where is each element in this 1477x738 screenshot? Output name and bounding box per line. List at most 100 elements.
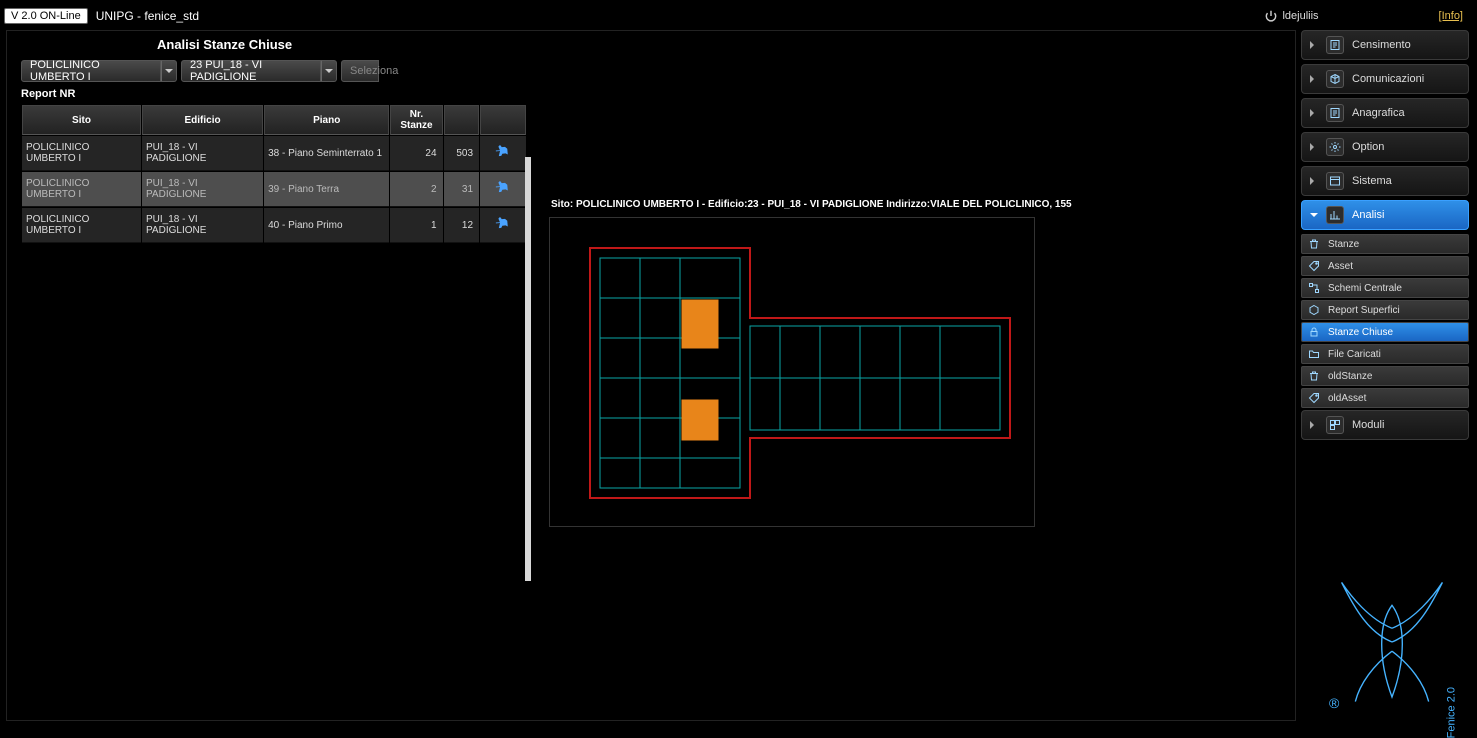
- nav-section-moduli[interactable]: Moduli: [1301, 410, 1469, 440]
- nav-sub-report-superfici[interactable]: Report Superfici: [1301, 300, 1469, 320]
- cell-extra: 12: [444, 208, 479, 243]
- nav-sub-schemi-centrale[interactable]: Schemi Centrale: [1301, 278, 1469, 298]
- nav-section-analisi[interactable]: Analisi: [1301, 200, 1469, 230]
- pin-icon: [493, 214, 513, 234]
- col-piano[interactable]: Piano: [264, 105, 389, 135]
- nav-sub-oldstanze[interactable]: oldStanze: [1301, 366, 1469, 386]
- nav-sub-label: Stanze: [1328, 239, 1359, 250]
- nav-section-anagrafica[interactable]: Anagrafica: [1301, 98, 1469, 128]
- tag-icon: [1306, 259, 1322, 273]
- nav-sub-label: Stanze Chiuse: [1328, 327, 1393, 338]
- table-row[interactable]: POLICLINICO UMBERTO IPUI_18 - VI PADIGLI…: [22, 208, 526, 243]
- cell-sito: POLICLINICO UMBERTO I: [22, 172, 141, 207]
- col-nrstanze[interactable]: Nr. Stanze: [390, 105, 442, 135]
- pin-button[interactable]: [480, 136, 526, 171]
- table-row[interactable]: POLICLINICO UMBERTO IPUI_18 - VI PADIGLI…: [22, 172, 526, 207]
- chevron-down-icon[interactable]: [321, 60, 337, 82]
- floorplan-pane: Sito: POLICLINICO UMBERTO I - Edificio:2…: [531, 127, 1091, 587]
- main-panel: Analisi Stanze Chiuse POLICLINICO UMBERT…: [6, 30, 1296, 721]
- chevron-down-icon[interactable]: [161, 60, 177, 82]
- trash-icon: [1306, 369, 1322, 383]
- nav-sub-stanze[interactable]: Stanze: [1301, 234, 1469, 254]
- chevron-icon: [1310, 109, 1318, 117]
- chevron-icon: [1310, 213, 1318, 221]
- cell-edificio: PUI_18 - VI PADIGLIONE: [142, 136, 263, 171]
- chevron-icon: [1310, 177, 1318, 185]
- sito-select-value: POLICLINICO UMBERTO I: [21, 60, 161, 82]
- table-header-row: Sito Edificio Piano Nr. Stanze: [22, 105, 526, 135]
- table-row[interactable]: POLICLINICO UMBERTO IPUI_18 - VI PADIGLI…: [22, 136, 526, 171]
- lock-icon: [1306, 325, 1322, 339]
- folder-icon: [1306, 347, 1322, 361]
- edificio-select-value: 23 PUI_18 - VI PADIGLIONE: [181, 60, 321, 82]
- nav-label: Sistema: [1352, 175, 1392, 187]
- nav-label: Moduli: [1352, 419, 1384, 431]
- cell-piano: 40 - Piano Primo: [264, 208, 389, 243]
- registered-mark: ®: [1329, 695, 1339, 711]
- cell-edificio: PUI_18 - VI PADIGLIONE: [142, 208, 263, 243]
- chevron-icon: [1310, 421, 1318, 429]
- nav-sub-label: Report Superfici: [1328, 305, 1400, 316]
- pin-button[interactable]: [480, 208, 526, 243]
- page-title: Analisi Stanze Chiuse: [7, 31, 1295, 60]
- chevron-icon: [1310, 75, 1318, 83]
- cell-extra: 503: [444, 136, 479, 171]
- user-name[interactable]: ldejuliis: [1282, 10, 1318, 22]
- cell-nr: 24: [390, 136, 442, 171]
- form-icon: [1326, 36, 1344, 54]
- power-icon[interactable]: [1264, 9, 1278, 23]
- piano-select[interactable]: Seleziona: [341, 60, 379, 82]
- cube-icon: [1326, 70, 1344, 88]
- report-nr-label: Report NR: [7, 86, 1295, 104]
- cell-sito: POLICLINICO UMBERTO I: [22, 136, 141, 171]
- cell-nr: 2: [390, 172, 442, 207]
- nav-section-option[interactable]: Option: [1301, 132, 1469, 162]
- cell-extra: 31: [444, 172, 479, 207]
- nav-sub-label: oldAsset: [1328, 393, 1366, 404]
- chart-icon: [1326, 206, 1344, 224]
- window-icon: [1326, 172, 1344, 190]
- nav-sub-oldasset[interactable]: oldAsset: [1301, 388, 1469, 408]
- cell-sito: POLICLINICO UMBERTO I: [22, 208, 141, 243]
- floorplan[interactable]: [549, 217, 1035, 527]
- nav-label: Option: [1352, 141, 1384, 153]
- tag-icon: [1306, 391, 1322, 405]
- col-edificio[interactable]: Edificio: [142, 105, 263, 135]
- cell-nr: 1: [390, 208, 442, 243]
- col-extra[interactable]: [444, 105, 479, 135]
- brand-logo: Fenice 2.0 ®: [1327, 567, 1457, 717]
- hex-icon: [1306, 303, 1322, 317]
- pin-button[interactable]: [480, 172, 526, 207]
- col-action[interactable]: [480, 105, 526, 135]
- info-link[interactable]: [Info]: [1439, 10, 1463, 22]
- nav-sub-label: Schemi Centrale: [1328, 283, 1402, 294]
- nav-section-comunicazioni[interactable]: Comunicazioni: [1301, 64, 1469, 94]
- version-badge: V 2.0 ON-Line: [4, 8, 88, 24]
- sito-select[interactable]: POLICLINICO UMBERTO I: [21, 60, 177, 82]
- topbar: V 2.0 ON-Line UNIPG - fenice_std ldejuli…: [4, 6, 1473, 26]
- trash-icon: [1306, 237, 1322, 251]
- chevron-icon: [1310, 41, 1318, 49]
- col-sito[interactable]: Sito: [22, 105, 141, 135]
- form-icon: [1326, 104, 1344, 122]
- nav-sub-stanze-chiuse[interactable]: Stanze Chiuse: [1301, 322, 1469, 342]
- nav-sub-file-caricati[interactable]: File Caricati: [1301, 344, 1469, 364]
- side-nav: Censimento Comunicazioni Anagrafica Option S…: [1301, 30, 1469, 444]
- app-title: UNIPG - fenice_std: [96, 9, 199, 23]
- pin-icon: [493, 178, 513, 198]
- nav-section-sistema[interactable]: Sistema: [1301, 166, 1469, 196]
- scrollbar[interactable]: [525, 157, 531, 581]
- nav-sub-label: oldStanze: [1328, 371, 1372, 382]
- nav-sub-asset[interactable]: Asset: [1301, 256, 1469, 276]
- edificio-select[interactable]: 23 PUI_18 - VI PADIGLIONE: [181, 60, 337, 82]
- report-table: Sito Edificio Piano Nr. Stanze POLICLINI…: [21, 104, 527, 244]
- nav-section-censimento[interactable]: Censimento: [1301, 30, 1469, 60]
- chevron-icon: [1310, 143, 1318, 151]
- cell-edificio: PUI_18 - VI PADIGLIONE: [142, 172, 263, 207]
- nav-label: Anagrafica: [1352, 107, 1405, 119]
- floorplan-header: Sito: POLICLINICO UMBERTO I - Edificio:2…: [551, 153, 1072, 216]
- module-icon: [1326, 416, 1344, 434]
- filter-bar: POLICLINICO UMBERTO I 23 PUI_18 - VI PAD…: [7, 60, 1295, 86]
- nav-sub-label: Asset: [1328, 261, 1353, 272]
- piano-select-placeholder: Seleziona: [341, 60, 379, 82]
